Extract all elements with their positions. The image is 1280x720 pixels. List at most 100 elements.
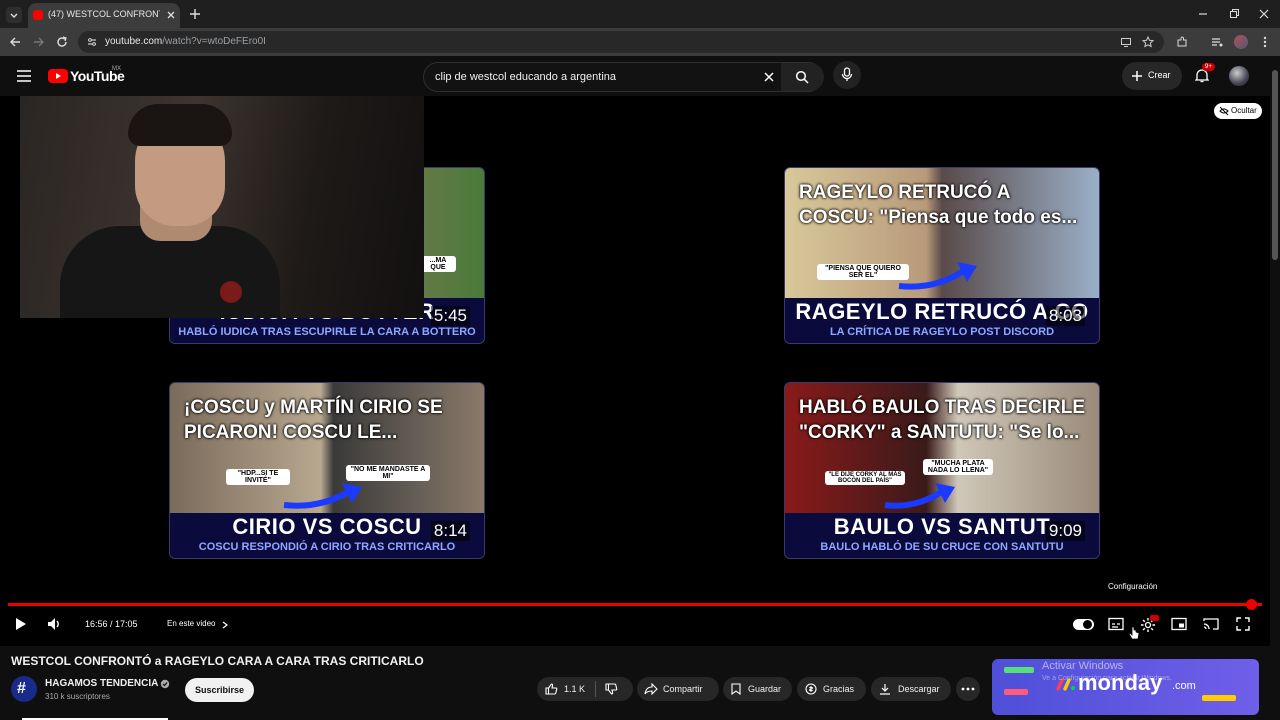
profile-avatar[interactable] xyxy=(1234,35,1248,49)
channel-name[interactable]: HAGAMOS TENDENCIA xyxy=(45,678,158,689)
create-label: Crear xyxy=(1148,70,1171,80)
download-icon xyxy=(880,684,890,695)
endscreen-card-2[interactable]: RAGEYLO RETRUCÓ A COSCU: "Piensa que tod… xyxy=(784,167,1100,344)
sponsored-ad[interactable]: monday .com Activar Windows Ve a Configu… xyxy=(992,659,1259,715)
chapter-label: En este video xyxy=(167,619,216,628)
tab-title: (47) WESTCOL CONFRONTÓ a R xyxy=(48,9,160,19)
video-info-area: WESTCOL CONFRONTÓ a RAGEYLO CARA A CARA … xyxy=(0,646,1270,720)
thumbs-up-icon xyxy=(545,683,558,695)
create-button[interactable]: Crear xyxy=(1122,62,1182,90)
youtube-logo[interactable]: YouTube MX xyxy=(48,66,168,86)
minimize-icon[interactable] xyxy=(1196,7,1210,21)
url-path: /watch?v=wtoDeFEro0I xyxy=(162,36,266,47)
card-duration: 9:09 xyxy=(1045,521,1085,541)
channel-avatar[interactable]: # xyxy=(11,676,37,702)
ad-brand: monday xyxy=(1078,670,1163,695)
hd-badge xyxy=(1150,615,1159,621)
time-display: 16:56 / 17:05 xyxy=(85,619,138,629)
autoplay-knob xyxy=(1083,620,1092,629)
card-duration: 8:03 xyxy=(1045,306,1085,326)
card-banner-subtitle: BAULO HABLÓ DE SU CRUCE CON SANTUTU xyxy=(820,541,1064,553)
close-tab-icon[interactable] xyxy=(165,9,177,21)
search-button[interactable] xyxy=(781,63,824,91)
subtitles-icon[interactable] xyxy=(1108,617,1124,631)
video-player[interactable]: ¡IUDICA...SI LE ...O y... ...MA QUE IUDI… xyxy=(0,96,1270,646)
address-bar[interactable]: youtube.com/watch?v=wtoDeFEro0I xyxy=(78,31,1164,53)
download-button[interactable]: Descargar xyxy=(871,677,951,701)
browser-tab-active[interactable]: (47) WESTCOL CONFRONTÓ a R xyxy=(28,3,180,28)
youtube-play-logo-icon xyxy=(48,69,68,83)
browser-toolbar: youtube.com/watch?v=wtoDeFEro0I xyxy=(0,28,1280,56)
subscribe-label: Suscribirse xyxy=(195,685,245,695)
settings-button[interactable] xyxy=(1139,615,1159,633)
autoplay-toggle[interactable] xyxy=(1073,619,1094,630)
install-app-icon[interactable] xyxy=(1120,36,1132,48)
thanks-label: Gracias xyxy=(823,684,855,694)
card-duration: 5:45 xyxy=(430,306,470,326)
person-hair xyxy=(128,104,232,146)
account-avatar[interactable] xyxy=(1229,66,1249,86)
endscreen-card-3[interactable]: ¡COSCU y MARTÍN CIRIO SE PICARON! COSCU … xyxy=(169,382,485,559)
bookmark-icon xyxy=(731,683,741,695)
hide-cards-button[interactable]: Ocultar xyxy=(1214,103,1262,119)
media-control-icon[interactable] xyxy=(1210,35,1224,49)
voice-search-button[interactable] xyxy=(833,61,861,89)
search-box[interactable]: clip de westcol educando a argentina xyxy=(423,62,824,92)
site-info-icon[interactable] xyxy=(86,36,98,48)
endscreen-card-4[interactable]: HABLÓ BAULO TRAS DECIRLE "CORKY" a SANTU… xyxy=(784,382,1100,559)
progress-scrubber[interactable] xyxy=(1246,599,1258,610)
cast-icon[interactable] xyxy=(1203,617,1219,631)
ad-decor-green xyxy=(1004,667,1034,673)
progress-bar[interactable] xyxy=(8,603,1262,606)
chevron-down-icon xyxy=(10,13,18,18)
play-icon[interactable] xyxy=(15,617,27,631)
back-icon[interactable] xyxy=(8,35,22,49)
scrollbar-thumb[interactable] xyxy=(1272,70,1278,260)
like-button[interactable]: 1.1 K xyxy=(537,677,595,701)
notifications-button[interactable]: 9+ xyxy=(1193,63,1215,85)
chrome-menu-icon[interactable] xyxy=(1259,35,1271,49)
forward-icon[interactable] xyxy=(32,35,46,49)
fullscreen-icon[interactable] xyxy=(1236,617,1250,631)
thumbs-down-icon[interactable] xyxy=(605,683,618,695)
share-button[interactable]: Compartir xyxy=(637,677,719,701)
blue-arrow-icon xyxy=(283,483,362,509)
restore-icon[interactable] xyxy=(1227,7,1241,21)
close-window-icon[interactable] xyxy=(1257,7,1271,21)
thanks-button[interactable]: Gracias xyxy=(797,677,866,701)
card-sticker-2: "MUCHA PLATA NADA LO LLENA" xyxy=(923,459,993,475)
blue-arrow-icon xyxy=(898,262,977,290)
tab-search-button[interactable] xyxy=(6,7,22,23)
clear-search-icon[interactable] xyxy=(763,71,775,83)
page-scrollbar[interactable] xyxy=(1270,56,1280,720)
subscribe-button[interactable]: Suscribirse xyxy=(185,678,254,702)
reload-icon[interactable] xyxy=(55,35,69,49)
bookmark-star-icon[interactable] xyxy=(1142,36,1154,48)
more-horizontal-icon xyxy=(961,687,975,691)
share-icon xyxy=(644,683,658,695)
windows-activation-subtitle: Ve a Configuración para activar Windows. xyxy=(1042,675,1172,682)
card-headline: RAGEYLO RETRUCÓ A COSCU: "Piensa que tod… xyxy=(799,182,1078,228)
chapters-button[interactable]: En este video xyxy=(166,618,232,632)
ad-decor-pink xyxy=(1004,689,1028,695)
new-tab-icon[interactable] xyxy=(188,7,202,21)
save-button[interactable]: Guardar xyxy=(723,677,792,701)
youtube-masthead: YouTube MX clip de westcol educando a ar… xyxy=(0,56,1280,96)
hamburger-menu-icon[interactable] xyxy=(16,69,32,83)
microphone-icon xyxy=(841,67,853,81)
hand-cursor-icon xyxy=(1128,626,1140,640)
hashtag-logo-icon: # xyxy=(17,680,26,697)
card-headline: HABLÓ BAULO TRAS DECIRLE "CORKY" a SANTU… xyxy=(799,397,1086,443)
extensions-icon[interactable] xyxy=(1175,35,1189,49)
volume-icon[interactable] xyxy=(47,617,63,631)
search-input[interactable]: clip de westcol educando a argentina xyxy=(435,71,616,83)
miniplayer-icon[interactable] xyxy=(1171,617,1187,631)
video-title: WESTCOL CONFRONTÓ a RAGEYLO CARA A CARA … xyxy=(11,654,424,668)
subscriber-count: 310 k suscriptores xyxy=(45,692,110,701)
save-label: Guardar xyxy=(748,684,782,694)
more-actions-button[interactable] xyxy=(956,677,980,701)
like-dislike-group: 1.1 K xyxy=(537,677,633,701)
notification-badge: 9+ xyxy=(1202,63,1215,71)
blue-arrow-icon xyxy=(884,483,955,509)
card-sticker: ...MA QUE xyxy=(420,256,456,272)
